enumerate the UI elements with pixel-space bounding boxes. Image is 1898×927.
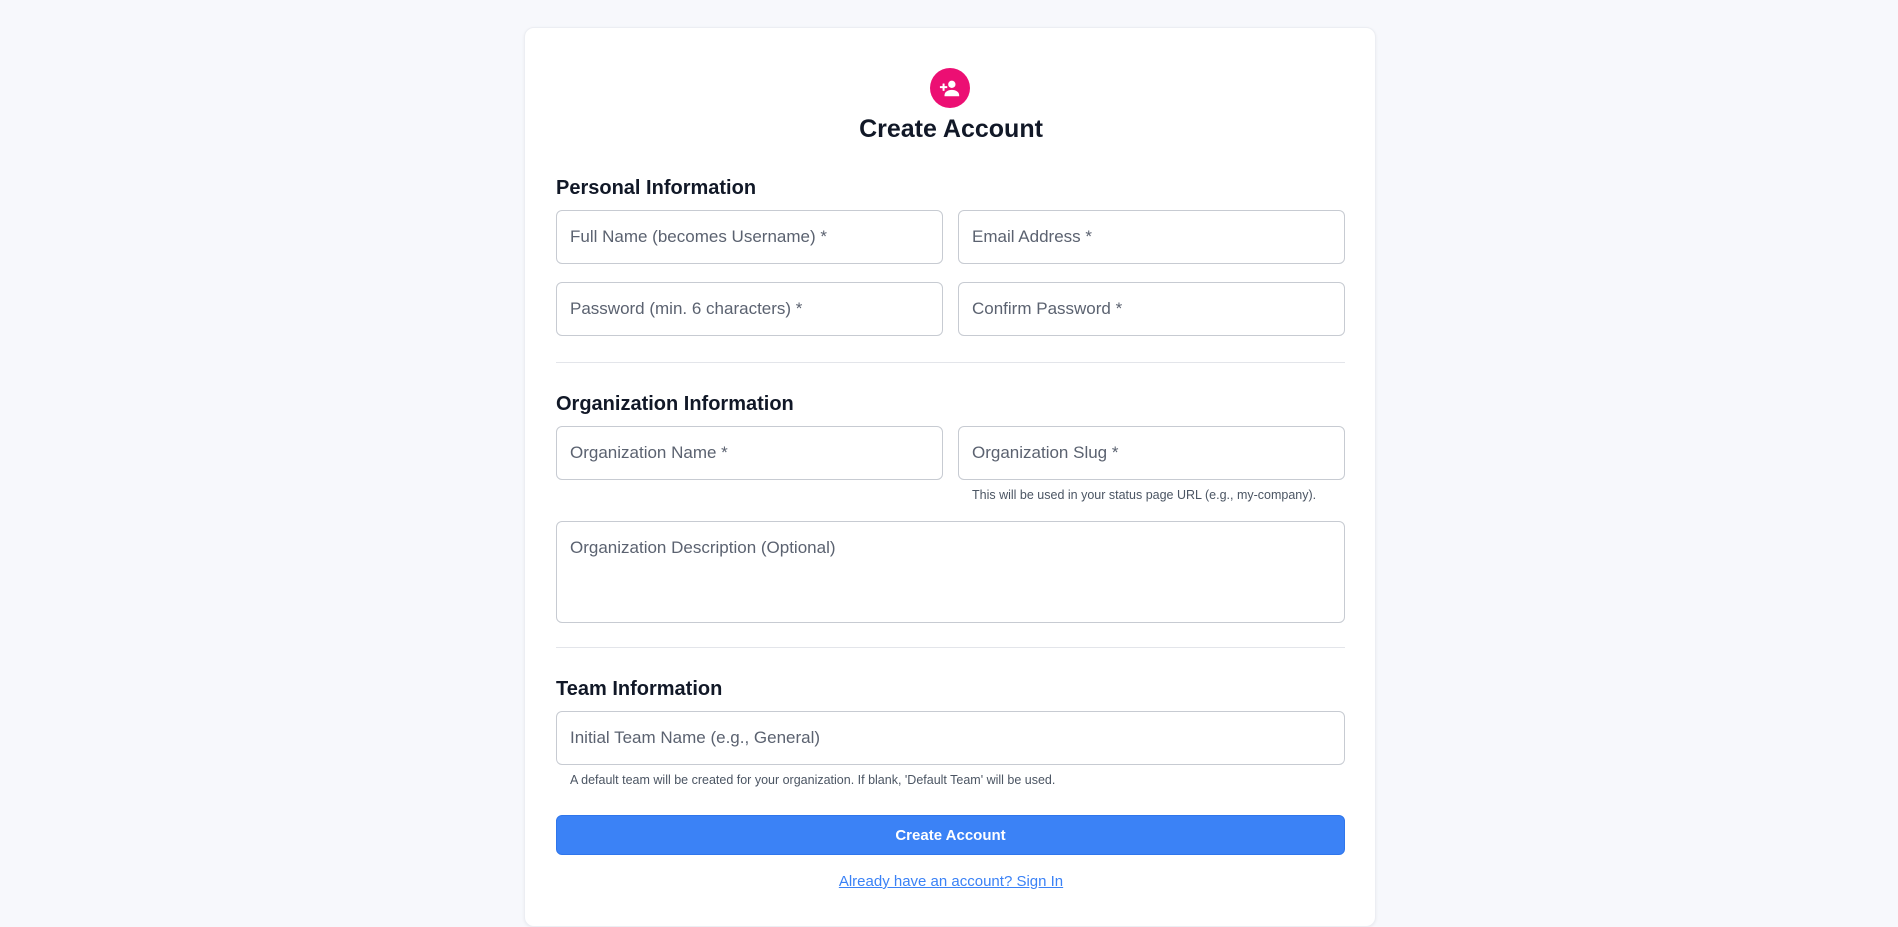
password-placeholder: Password (min. 6 characters) * xyxy=(570,299,803,318)
full-name-input[interactable]: Full Name (becomes Username) * xyxy=(556,210,943,264)
section-title-organization: Organization Information xyxy=(556,393,794,415)
section-divider xyxy=(556,362,1345,363)
team-name-input[interactable]: Initial Team Name (e.g., General) xyxy=(556,711,1345,765)
section-title-team: Team Information xyxy=(556,678,723,700)
user-plus-icon xyxy=(930,68,970,108)
team-name-placeholder: Initial Team Name (e.g., General) xyxy=(570,728,821,747)
organization-description-input[interactable]: Organization Description (Optional) xyxy=(556,521,1345,623)
organization-name-placeholder: Organization Name * xyxy=(570,443,728,462)
organization-slug-placeholder: Organization Slug * xyxy=(972,443,1119,462)
section-divider xyxy=(556,647,1345,648)
sign-in-link[interactable]: Already have an account? Sign In xyxy=(525,873,1377,890)
create-account-button[interactable]: Create Account xyxy=(556,815,1345,855)
page-title: Create Account xyxy=(859,115,1043,143)
organization-description-placeholder: Organization Description (Optional) xyxy=(570,538,836,557)
confirm-password-input[interactable]: Confirm Password * xyxy=(958,282,1345,336)
team-name-helper: A default team will be created for your … xyxy=(570,773,1056,787)
password-input[interactable]: Password (min. 6 characters) * xyxy=(556,282,943,336)
organization-name-input[interactable]: Organization Name * xyxy=(556,426,943,480)
organization-slug-input[interactable]: Organization Slug * xyxy=(958,426,1345,480)
full-name-placeholder: Full Name (becomes Username) * xyxy=(570,227,827,246)
email-placeholder: Email Address * xyxy=(972,227,1092,246)
organization-slug-helper: This will be used in your status page UR… xyxy=(972,488,1317,502)
email-input[interactable]: Email Address * xyxy=(958,210,1345,264)
confirm-password-placeholder: Confirm Password * xyxy=(972,299,1123,318)
section-title-personal: Personal Information xyxy=(556,177,757,199)
signup-card: Create Account Personal Information Full… xyxy=(524,27,1376,927)
